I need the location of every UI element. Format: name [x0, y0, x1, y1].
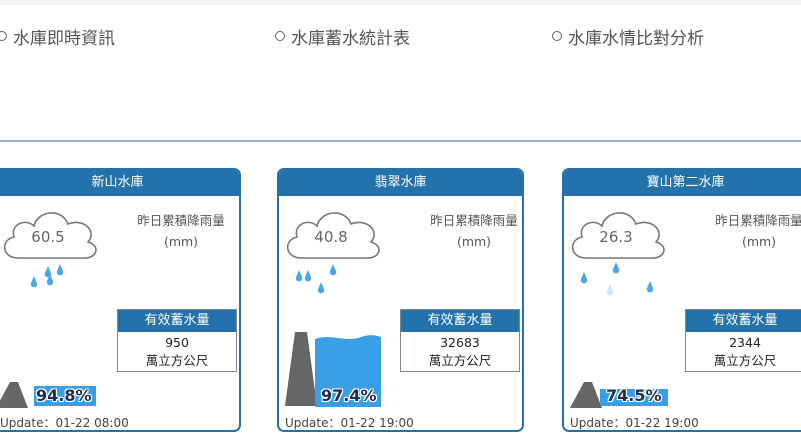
dam-icon	[570, 382, 602, 408]
update-time: Update：01-22 19:00	[570, 416, 699, 430]
rainfall-label-text: 昨日累積降雨量	[430, 213, 518, 228]
raindrop-icon	[580, 262, 620, 296]
radio-icon	[0, 31, 7, 41]
tab-realtime-info[interactable]: 水庫即時資訊	[0, 24, 115, 49]
tab-label: 水庫蓄水統計表	[291, 28, 410, 49]
rainfall-unit: (mm)	[456, 234, 492, 249]
card-title: 翡翠水庫	[279, 170, 522, 196]
tab-storage-stats[interactable]: 水庫蓄水統計表	[275, 24, 410, 49]
rainfall-value: 60.5	[31, 228, 65, 246]
update-time: Update：01-22 08:00	[0, 416, 129, 430]
tab-label: 水庫水情比對分析	[568, 28, 704, 49]
card-title: 新山水庫	[0, 170, 239, 196]
storage-value: 2344	[729, 335, 761, 350]
rainfall-label: 昨日累積降雨量 (mm)	[704, 210, 801, 252]
storage-box: 有效蓄水量 32683 萬立方公尺	[400, 309, 520, 372]
rainfall-label: 昨日累積降雨量 (mm)	[419, 210, 522, 252]
raindrop-icon	[295, 264, 337, 294]
dam-icon	[285, 332, 317, 406]
rainfall-value: 26.3	[599, 228, 633, 246]
radio-icon	[275, 31, 285, 41]
storage-unit: 萬立方公尺	[145, 353, 209, 368]
percent-label: 97.4%	[321, 386, 377, 405]
storage-unit: 萬立方公尺	[713, 353, 777, 368]
raindrop-icon	[646, 281, 654, 293]
update-time: Update：01-22 19:00	[285, 416, 414, 430]
reservoir-card[interactable]: 翡翠水庫 40.8 昨日累積降雨量 (mm) 有效蓄水量 32683 萬立方公尺…	[277, 168, 524, 432]
storage-title: 有效蓄水量	[118, 310, 236, 332]
rainfall-unit: (mm)	[163, 234, 199, 249]
percent-label: 94.8%	[36, 386, 92, 405]
reservoir-card[interactable]: 新山水庫 60.5 昨日累積降雨量 (mm) 有效蓄水量 950 萬立方公尺 9…	[0, 168, 241, 432]
dam-icon	[0, 382, 28, 408]
storage-unit: 萬立方公尺	[428, 353, 492, 368]
tab-water-compare[interactable]: 水庫水情比對分析	[552, 24, 704, 49]
tab-label: 水庫即時資訊	[13, 28, 115, 49]
reservoir-card[interactable]: 寶山第二水庫 26.3 昨日累積降雨量 (mm) 有效蓄水量 2344 萬立方公…	[562, 168, 801, 432]
storage-value: 950	[165, 335, 189, 350]
radio-icon	[552, 31, 562, 41]
section-divider	[0, 140, 801, 142]
storage-box: 有效蓄水量 950 萬立方公尺	[117, 309, 237, 372]
rainfall-value: 40.8	[314, 228, 348, 246]
storage-title: 有效蓄水量	[401, 310, 519, 332]
storage-value: 32683	[440, 335, 480, 350]
rainfall-unit: (mm)	[741, 234, 777, 249]
rainfall-label: 昨日累積降雨量 (mm)	[126, 210, 236, 252]
percent-label: 74.5%	[606, 386, 662, 405]
raindrop-icon	[30, 264, 64, 288]
card-title: 寶山第二水庫	[564, 170, 801, 196]
storage-title: 有效蓄水量	[686, 310, 801, 332]
rainfall-label-text: 昨日累積降雨量	[137, 213, 225, 228]
storage-box: 有效蓄水量 2344 萬立方公尺	[685, 309, 801, 372]
rainfall-label-text: 昨日累積降雨量	[715, 213, 801, 228]
top-bar	[0, 0, 801, 5]
